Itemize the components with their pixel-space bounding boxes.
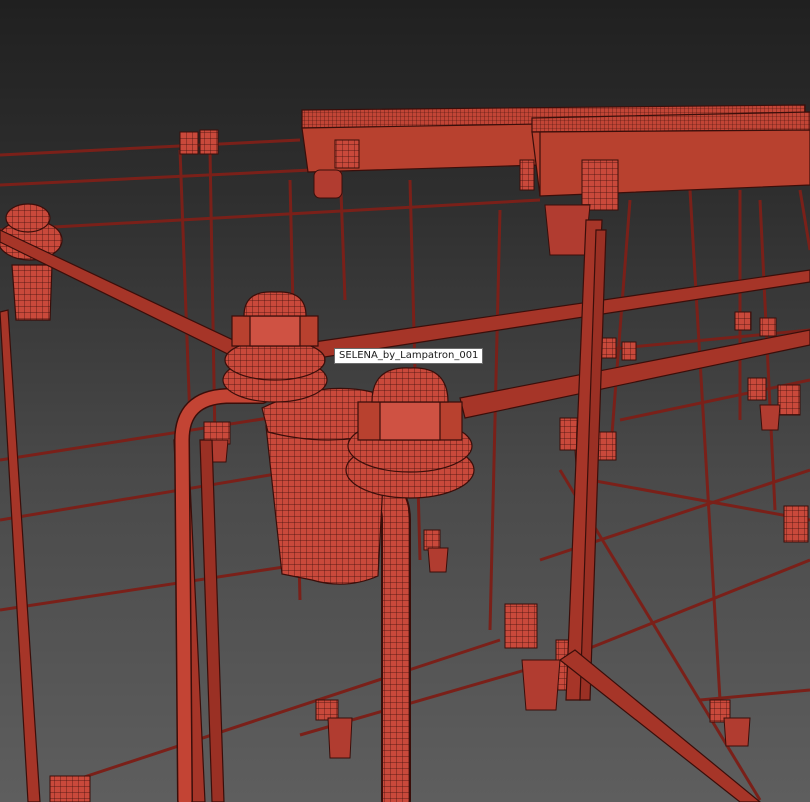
wireframe-scene[interactable] — [0, 0, 810, 802]
3d-viewport[interactable]: SELENA_by_Lampatron_001 — [0, 0, 810, 802]
object-name-tooltip: SELENA_by_Lampatron_001 — [334, 348, 484, 364]
nut-assembly-lower — [345, 367, 475, 499]
nut-assembly-upper — [222, 291, 328, 403]
ceiling-beam-right — [531, 111, 810, 197]
